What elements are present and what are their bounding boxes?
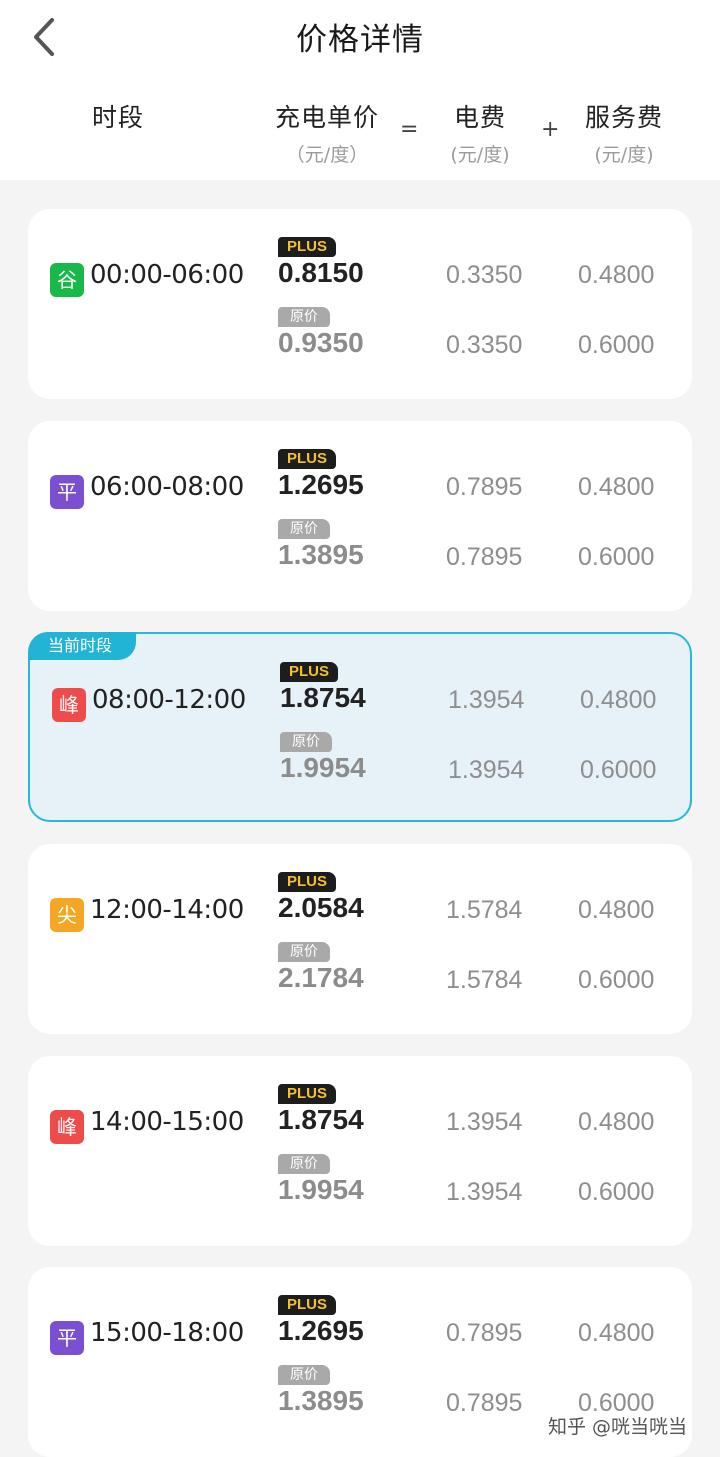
original-service-fee: 0.6000 — [578, 543, 655, 571]
original-tag: 原价 — [278, 1365, 330, 1385]
original-electricity-fee: 1.3954 — [448, 756, 525, 784]
period-time: 06:00-08:00 — [90, 472, 244, 502]
column-header-service: 服务费 (元/度) — [584, 103, 663, 166]
original-electricity-fee: 0.7895 — [446, 543, 523, 571]
plus-tag: PLUS — [280, 662, 338, 682]
original-service-fee: 0.6000 — [578, 331, 655, 359]
plus-service-fee: 0.4800 — [578, 1108, 655, 1136]
top-bar: 价格详情 时段 充电单价 （元/度） = 电费 (元/度) + 服务费 (元/度… — [0, 0, 720, 180]
original-price: 1.3895 — [278, 539, 364, 570]
period-type-badge: 平 — [50, 475, 84, 509]
original-electricity-fee: 1.3954 — [446, 1178, 523, 1206]
plus-price: 0.8150 — [278, 257, 364, 288]
period-time: 08:00-12:00 — [92, 685, 246, 715]
plus-service-fee: 0.4800 — [580, 686, 657, 714]
original-tag: 原价 — [278, 1154, 330, 1174]
column-header-period: 时段 — [91, 103, 144, 132]
original-service-fee: 0.6000 — [578, 1178, 655, 1206]
period-card-current[interactable]: 当前时段 峰 08:00-12:00 PLUS 1.8754 原价 1.9954… — [28, 632, 692, 822]
original-price: 0.9350 — [278, 327, 364, 358]
period-type-badge: 尖 — [50, 898, 84, 932]
period-card[interactable]: 平 06:00-08:00 PLUS 1.2695 原价 1.3895 0.78… — [28, 421, 692, 611]
period-card[interactable]: 尖 12:00-14:00 PLUS 2.0584 原价 2.1784 1.57… — [28, 844, 692, 1034]
period-type-badge: 谷 — [50, 263, 84, 297]
plus-price: 1.2695 — [278, 1315, 364, 1346]
period-type-badge: 峰 — [50, 1110, 84, 1144]
period-time: 14:00-15:00 — [90, 1107, 244, 1137]
original-price: 1.3895 — [278, 1385, 364, 1416]
plus-tag: PLUS — [278, 1084, 336, 1104]
plus-tag: PLUS — [278, 237, 336, 257]
original-service-fee: 0.6000 — [578, 966, 655, 994]
original-electricity-fee: 0.7895 — [446, 1389, 523, 1417]
plus-tag: PLUS — [278, 872, 336, 892]
plus-service-fee: 0.4800 — [578, 261, 655, 289]
equals-sign: = — [400, 117, 419, 142]
period-time: 12:00-14:00 — [90, 895, 244, 925]
plus-tag: PLUS — [278, 449, 336, 469]
period-time: 15:00-18:00 — [90, 1318, 244, 1348]
plus-service-fee: 0.4800 — [578, 1319, 655, 1347]
original-tag: 原价 — [280, 732, 332, 752]
original-service-fee: 0.6000 — [580, 756, 657, 784]
plus-electricity-fee: 0.3350 — [446, 261, 523, 289]
original-price: 1.9954 — [280, 752, 366, 783]
page-title: 价格详情 — [296, 22, 424, 58]
original-electricity-fee: 0.3350 — [446, 331, 523, 359]
plus-price: 1.2695 — [278, 469, 364, 500]
original-electricity-fee: 1.5784 — [446, 966, 523, 994]
plus-tag: PLUS — [278, 1295, 336, 1315]
plus-electricity-fee: 1.5784 — [446, 896, 523, 924]
plus-service-fee: 0.4800 — [578, 473, 655, 501]
original-price: 2.1784 — [278, 962, 364, 993]
period-card[interactable]: 谷 00:00-06:00 PLUS 0.8150 原价 0.9350 0.33… — [28, 209, 692, 399]
original-price: 1.9954 — [278, 1174, 364, 1205]
plus-price: 1.8754 — [278, 1104, 364, 1135]
original-tag: 原价 — [278, 942, 330, 962]
plus-electricity-fee: 0.7895 — [446, 1319, 523, 1347]
period-type-badge: 平 — [50, 1321, 84, 1355]
original-tag: 原价 — [278, 307, 330, 327]
column-header-electricity: 电费 (元/度) — [450, 103, 510, 166]
original-tag: 原价 — [278, 519, 330, 539]
plus-sign: + — [541, 117, 560, 142]
period-time: 00:00-06:00 — [90, 260, 244, 290]
period-card[interactable]: 峰 14:00-15:00 PLUS 1.8754 原价 1.9954 1.39… — [28, 1056, 692, 1246]
watermark-text: 知乎 @咣当咣当 — [548, 1416, 688, 1438]
plus-price: 1.8754 — [280, 682, 366, 713]
period-type-badge: 峰 — [52, 688, 86, 722]
plus-electricity-fee: 0.7895 — [446, 473, 523, 501]
current-period-tag: 当前时段 — [28, 632, 136, 660]
plus-electricity-fee: 1.3954 — [448, 686, 525, 714]
plus-service-fee: 0.4800 — [578, 896, 655, 924]
column-header-unit-price: 充电单价 （元/度） — [274, 103, 379, 166]
plus-price: 2.0584 — [278, 892, 364, 923]
plus-electricity-fee: 1.3954 — [446, 1108, 523, 1136]
